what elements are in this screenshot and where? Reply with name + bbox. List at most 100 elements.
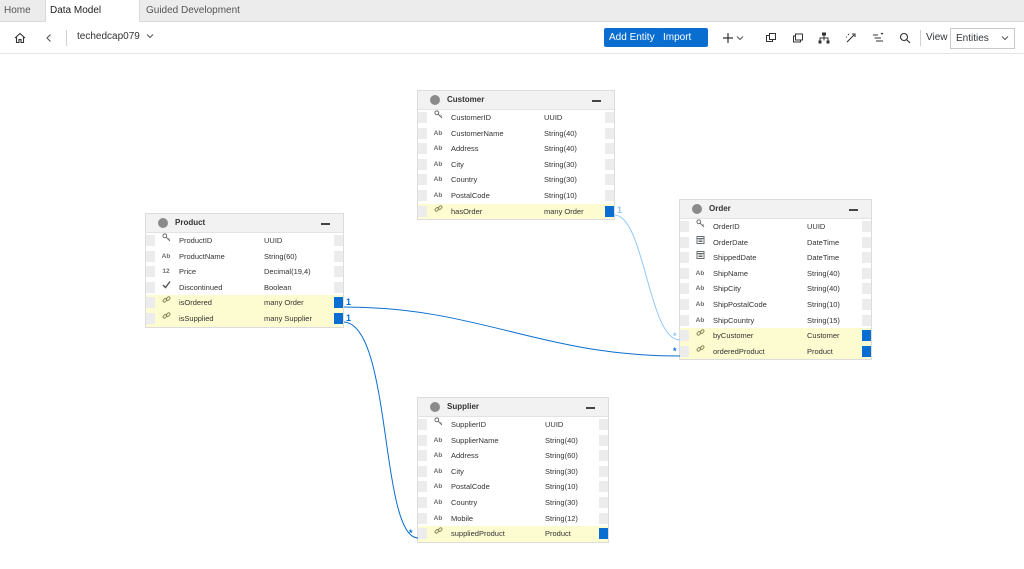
row-handle[interactable] [418,127,427,139]
association-row[interactable]: byCustomer Customer [680,328,871,344]
row-handle[interactable] [418,465,427,477]
row-handle[interactable] [680,283,689,295]
row-handle[interactable] [599,481,608,493]
row-handle[interactable] [605,127,614,139]
row-handle[interactable] [862,314,871,326]
tab-guided-development[interactable]: Guided Development [142,0,247,22]
entity-header[interactable]: Supplier [418,398,608,417]
row-handle[interactable] [146,281,155,293]
association-port[interactable] [605,205,614,217]
association-port[interactable] [334,297,343,309]
row-handle[interactable] [680,267,689,279]
row-handle[interactable] [599,465,608,477]
link-product-order[interactable] [343,306,681,357]
row-handle[interactable] [862,252,871,264]
row-handle[interactable] [418,481,427,493]
layers-icon[interactable] [789,29,807,47]
property-row[interactable]: CustomerID UUID [418,110,614,126]
association-port[interactable] [862,330,871,342]
tab-home[interactable]: Home [0,0,45,22]
entity-supplier[interactable]: Supplier SupplierID UUID Ab SupplierName Str… [417,397,609,543]
row-handle[interactable] [334,250,343,262]
association-port[interactable] [334,312,343,324]
association-row[interactable]: suppliedProduct Product [418,526,608,542]
property-row[interactable]: Ab PostalCode String(10) [418,479,608,495]
property-row[interactable]: Ab ShipCity String(40) [680,281,871,297]
row-handle[interactable] [605,189,614,201]
row-handle[interactable] [680,330,689,342]
entity-header[interactable]: Product [146,214,343,233]
row-handle[interactable] [418,434,427,446]
property-row[interactable]: Ab Address String(40) [418,141,614,157]
row-handle[interactable] [605,174,614,186]
entity-product[interactable]: Product ProductID UUID Ab ProductName String… [145,213,344,328]
row-handle[interactable] [605,143,614,155]
collapse-icon[interactable] [321,223,330,225]
row-handle[interactable] [418,174,427,186]
property-row[interactable]: OrderDate DateTime [680,235,871,251]
property-row[interactable]: Ab ShipPostalCode String(10) [680,297,871,313]
entity-header[interactable]: Order [680,200,871,219]
row-handle[interactable] [418,528,427,540]
collapse-icon[interactable] [849,209,858,211]
copy-icon[interactable] [762,29,780,47]
property-row[interactable]: Ab PostalCode String(10) [418,188,614,204]
row-handle[interactable] [418,143,427,155]
row-handle[interactable] [599,450,608,462]
property-row[interactable]: Discontinued Boolean [146,280,343,296]
row-handle[interactable] [599,434,608,446]
row-handle[interactable] [418,450,427,462]
view-select[interactable]: Entities [950,28,1015,49]
association-row[interactable]: isSupplied many Supplier [146,310,343,327]
hierarchy-icon[interactable] [815,29,833,47]
property-row[interactable]: Ab SupplierName String(40) [418,433,608,449]
row-handle[interactable] [605,112,614,123]
collapse-icon[interactable] [586,407,595,409]
row-handle[interactable] [680,252,689,264]
row-handle[interactable] [680,298,689,310]
row-handle[interactable] [862,221,871,232]
link-customer-order[interactable] [613,214,681,341]
row-handle[interactable] [334,266,343,278]
row-handle[interactable] [680,221,689,232]
row-handle[interactable] [146,250,155,262]
association-row[interactable]: orderedProduct Product [680,343,871,360]
row-handle[interactable] [680,345,689,357]
row-handle[interactable] [418,496,427,508]
row-handle[interactable] [146,235,155,246]
association-row[interactable]: isOrdered many Order [146,295,343,311]
association-port[interactable] [599,528,608,540]
row-handle[interactable] [418,189,427,201]
property-row[interactable]: Ab Mobile String(12) [418,511,608,527]
row-handle[interactable] [862,236,871,248]
property-row[interactable]: SupplierID UUID [418,417,608,433]
row-handle[interactable] [146,297,155,309]
entity-order[interactable]: Order OrderID UUID OrderDate DateTime Shippe… [679,199,872,361]
property-row[interactable]: 12 Price Decimal(19,4) [146,264,343,280]
property-row[interactable]: Ab City String(30) [418,157,614,173]
association-port[interactable] [862,345,871,357]
row-handle[interactable] [599,512,608,524]
row-handle[interactable] [418,512,427,524]
property-row[interactable]: Ab City String(30) [418,464,608,480]
property-row[interactable]: ProductID UUID [146,233,343,249]
property-row[interactable]: ShippedDate DateTime [680,250,871,266]
row-handle[interactable] [599,419,608,430]
tab-data-model-editor[interactable]: Data Model Editor× [45,0,140,38]
row-handle[interactable] [418,112,427,123]
row-handle[interactable] [418,205,427,217]
entity-customer[interactable]: Customer CustomerID UUID Ab CustomerName Str… [417,90,615,221]
search-icon[interactable] [896,29,914,47]
entity-header[interactable]: Customer [418,91,614,110]
property-row[interactable]: Ab CustomerName String(40) [418,126,614,142]
home-icon[interactable] [11,29,29,47]
row-handle[interactable] [334,235,343,246]
import-button[interactable]: Import [658,28,708,59]
back-icon[interactable] [40,29,58,47]
project-selector[interactable]: techedcap079 [77,31,154,42]
property-row[interactable]: Ab Country String(30) [418,495,608,511]
row-handle[interactable] [680,314,689,326]
row-handle[interactable] [146,312,155,324]
row-handle[interactable] [334,281,343,293]
row-handle[interactable] [862,267,871,279]
